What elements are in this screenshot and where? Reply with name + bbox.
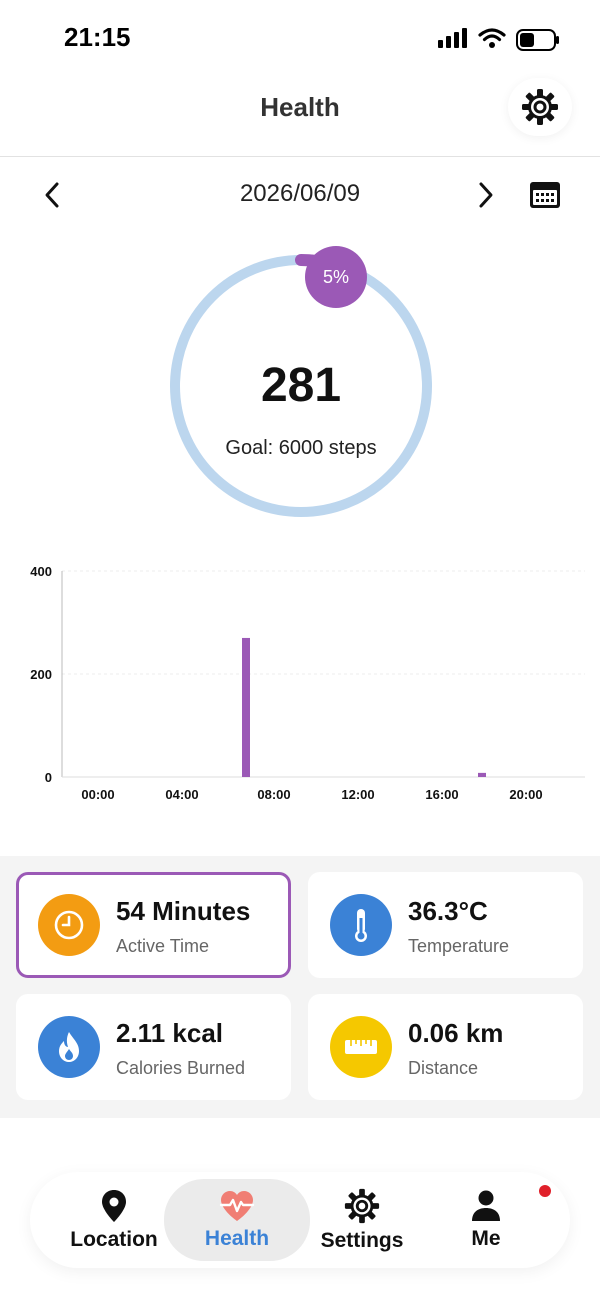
x-tick-label: 12:00 [341, 787, 374, 802]
nav-label-health: Health [204, 1227, 270, 1250]
active-time-label: Active Time [116, 936, 210, 956]
stats-grid: 54 Minutes Active Time 36.3°C Temperatur… [0, 856, 600, 1118]
person-icon [472, 1190, 500, 1221]
gear-icon [344, 1188, 380, 1224]
x-tick-label: 00:00 [81, 787, 114, 802]
distance-value: 0.06 km [408, 1018, 504, 1048]
flame-icon [59, 1032, 79, 1062]
app-header: Health [0, 78, 600, 157]
step-progress-ring: 5% 281 Goal: 6000 steps [166, 244, 436, 524]
active-time-card[interactable]: 54 Minutes Active Time [16, 872, 291, 978]
hourly-steps-chart: 400 200 0 00:00 04:00 08:00 12:00 16:00 20:00 [0, 555, 600, 815]
x-tick-label: 08:00 [257, 787, 290, 802]
y-tick-label: 400 [30, 564, 52, 579]
nav-item-settings[interactable]: Settings [294, 1172, 430, 1268]
status-bar: 21:15 [0, 0, 600, 78]
x-tick-label: 04:00 [165, 787, 198, 802]
chart-svg: 400 200 0 00:00 04:00 08:00 12:00 16:00 20:00 [30, 564, 585, 802]
nav-item-health[interactable]: Health [164, 1179, 310, 1261]
step-count: 281 [260, 359, 342, 412]
date-navigator: 2026/06/09 [0, 170, 600, 220]
distance-label: Distance [408, 1058, 479, 1078]
current-date: 2026/06/09 [239, 180, 361, 207]
settings-button[interactable] [508, 78, 572, 136]
progress-percent-badge: 5% [305, 246, 367, 308]
clock-icon [54, 910, 84, 940]
calories-label: Calories Burned [116, 1058, 246, 1078]
y-tick-label: 0 [45, 770, 52, 785]
y-tick-label: 200 [30, 667, 52, 682]
chart-bar [478, 772, 486, 777]
wifi-icon [478, 28, 506, 48]
x-tick-label: 16:00 [425, 787, 458, 802]
step-goal: Goal: 6000 steps [225, 437, 377, 459]
x-tick-label: 20:00 [509, 787, 542, 802]
thermometer-icon [355, 909, 367, 942]
temperature-label: Temperature [408, 936, 510, 956]
notification-dot [539, 1185, 551, 1197]
calories-value: 2.11 kcal [116, 1018, 223, 1048]
heart-pulse-icon [219, 1191, 255, 1221]
location-pin-icon [102, 1190, 126, 1222]
battery-icon [516, 29, 559, 51]
nav-label-location: Location [70, 1228, 158, 1251]
next-day-button[interactable] [470, 180, 500, 210]
nav-item-location[interactable]: Location [46, 1172, 182, 1268]
bottom-navigation: Location Health Settings Me [30, 1172, 570, 1268]
nav-label-settings: Settings [320, 1229, 404, 1252]
temperature-card[interactable]: 36.3°C Temperature [308, 872, 583, 978]
ruler-icon [345, 1040, 377, 1054]
temperature-value: 36.3°C [408, 896, 488, 926]
cellular-signal-icon [438, 28, 467, 48]
nav-label-me: Me [471, 1227, 501, 1250]
calendar-icon[interactable] [528, 179, 562, 211]
distance-card[interactable]: 0.06 km Distance [308, 994, 583, 1100]
calories-card[interactable]: 2.11 kcal Calories Burned [16, 994, 291, 1100]
nav-item-me[interactable]: Me [418, 1172, 554, 1268]
chart-bar [242, 637, 250, 777]
active-time-value: 54 Minutes [116, 896, 251, 926]
gear-icon [522, 89, 558, 125]
status-time: 21:15 [64, 22, 131, 52]
